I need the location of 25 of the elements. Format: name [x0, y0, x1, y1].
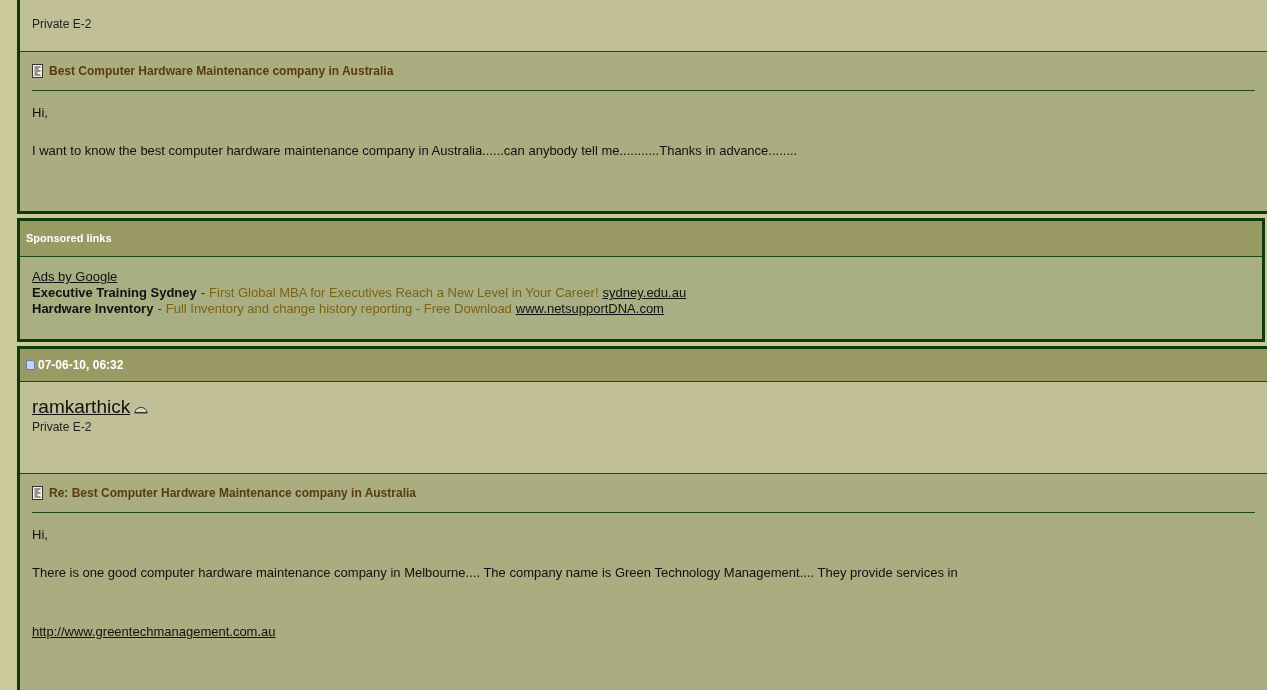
username-link[interactable]: ramkarthick	[32, 396, 131, 418]
ad-title: Hardware Inventory	[32, 301, 154, 317]
ad-description: Full Inventory and change history reporting - Free Download	[165, 301, 512, 317]
document-icon	[32, 64, 43, 78]
user-rank: Private E-2	[32, 419, 93, 436]
message-text: Hi,	[32, 104, 49, 122]
ad-separator: -	[200, 285, 206, 301]
message-text: There is one good computer hardware maintenance company in Melbourne.... The company name is Green Technology Management.... They provide services in	[32, 563, 959, 582]
document-icon	[32, 486, 43, 500]
message-text: I want to know the best computer hardware maintenance company in Australia......can anybody tell me...........Thanks in advance........	[32, 141, 799, 160]
user-rank: Private E-2	[32, 17, 92, 31]
ad-url[interactable]: www.netsupportDNA.com	[515, 301, 664, 317]
message-link[interactable]: http://www.greentechmanagement.com.au	[32, 622, 276, 642]
post-title: Best Computer Hardware Maintenance company in Australia	[49, 63, 394, 80]
ad-description: First Global MBA for Executives Reach a New Level in Your Career!	[209, 285, 599, 301]
ad-separator: -	[157, 301, 162, 317]
offline-status-icon	[134, 404, 149, 414]
ad-title: Executive Training Sydney	[32, 285, 197, 301]
post-date: 07-06-10, 06:32	[38, 357, 124, 374]
section-heading: Sponsored links	[26, 231, 112, 247]
ads-link[interactable]: Ads by Google	[32, 269, 118, 285]
ad-url[interactable]: sydney.edu.au	[602, 285, 687, 301]
post-title: Re: Best Computer Hardware Maintenance company in Australia	[49, 485, 416, 502]
message-text: Hi,	[32, 526, 49, 544]
post-icon	[26, 360, 35, 370]
